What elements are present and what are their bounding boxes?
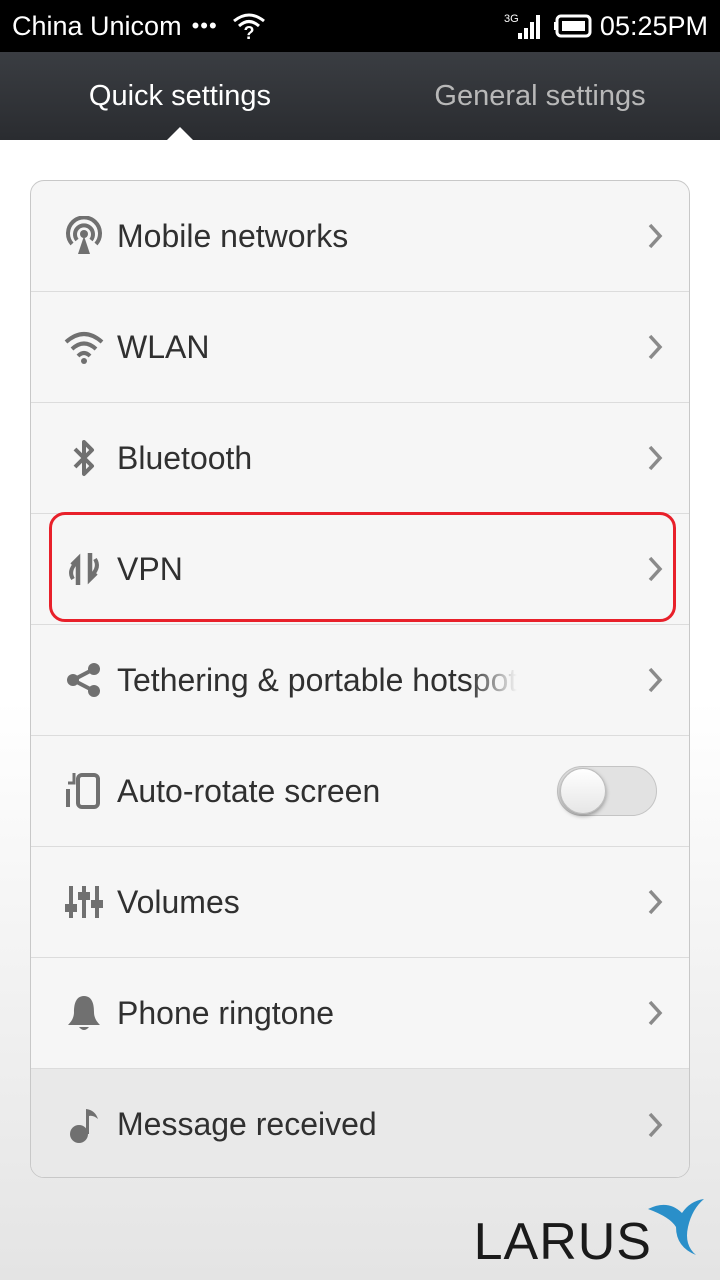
settings-item-wlan[interactable]: WLAN (31, 292, 689, 403)
chevron-right-icon (647, 333, 663, 366)
settings-item-label: Auto-rotate screen (117, 772, 381, 809)
network-type-label: 3G (504, 13, 519, 25)
carrier-dots: ••• (191, 13, 218, 38)
tab-quick-settings[interactable]: Quick settings (0, 52, 360, 141)
tab-label: General settings (434, 79, 646, 112)
settings-item-label: Mobile networks (117, 217, 349, 254)
chevron-right-icon (647, 888, 663, 921)
share-icon (59, 660, 109, 700)
active-tab-indicator (166, 127, 194, 141)
toggle-knob (560, 768, 606, 814)
settings-item-message-received[interactable]: Message received (31, 1069, 689, 1177)
rotate-icon (59, 771, 109, 811)
sliders-icon (59, 882, 109, 922)
quick-settings-list: Mobile networks WLAN Bluetooth VPN Tethe… (30, 180, 690, 1178)
svg-text:?: ? (243, 23, 254, 41)
settings-item-label: Message received (117, 1106, 377, 1142)
settings-item-label: Bluetooth (117, 439, 253, 476)
vpn-highlight-annotation (49, 512, 676, 622)
clock: 05:25PM (599, 10, 708, 41)
settings-item-label: WLAN (117, 328, 210, 365)
settings-item-phone-ringtone[interactable]: Phone ringtone (31, 958, 689, 1069)
settings-item-label: Volumes (117, 883, 240, 920)
carrier-name: China Unicom (12, 10, 182, 41)
settings-item-auto-rotate[interactable]: Auto-rotate screen (31, 736, 689, 847)
chevron-right-icon (647, 444, 663, 477)
status-bar: China Unicom ••• ? 3G 05:25PM (0, 0, 720, 52)
bell-icon (59, 993, 109, 1033)
chevron-right-icon (647, 999, 663, 1032)
battery-icon (553, 14, 594, 38)
settings-item-label: Phone ringtone (117, 994, 335, 1031)
auto-rotate-toggle[interactable] (557, 766, 657, 816)
settings-item-mobile-networks[interactable]: Mobile networks (31, 181, 689, 292)
chevron-right-icon (647, 1111, 663, 1144)
signal-icon: 3G (504, 11, 544, 41)
tab-label: Quick settings (88, 79, 272, 112)
settings-item-volumes[interactable]: Volumes (31, 847, 689, 958)
music-note-icon (59, 1105, 109, 1145)
settings-item-label: Tethering & portable hotspot (117, 661, 517, 698)
chevron-right-icon (647, 666, 663, 699)
settings-tab-bar: Quick settings General settings (0, 52, 720, 141)
antenna-icon (59, 216, 109, 256)
wifi-icon (59, 327, 109, 367)
bluetooth-icon (59, 438, 109, 478)
larus-watermark: LARUS (474, 1197, 706, 1268)
tab-general-settings[interactable]: General settings (360, 52, 720, 140)
chevron-right-icon (647, 222, 663, 255)
settings-item-tethering[interactable]: Tethering & portable hotspot (31, 625, 689, 736)
settings-item-bluetooth[interactable]: Bluetooth (31, 403, 689, 514)
wifi-unknown-icon: ? (232, 11, 266, 41)
bird-logo-icon (646, 1197, 706, 1262)
watermark-text: LARUS (473, 1213, 652, 1271)
